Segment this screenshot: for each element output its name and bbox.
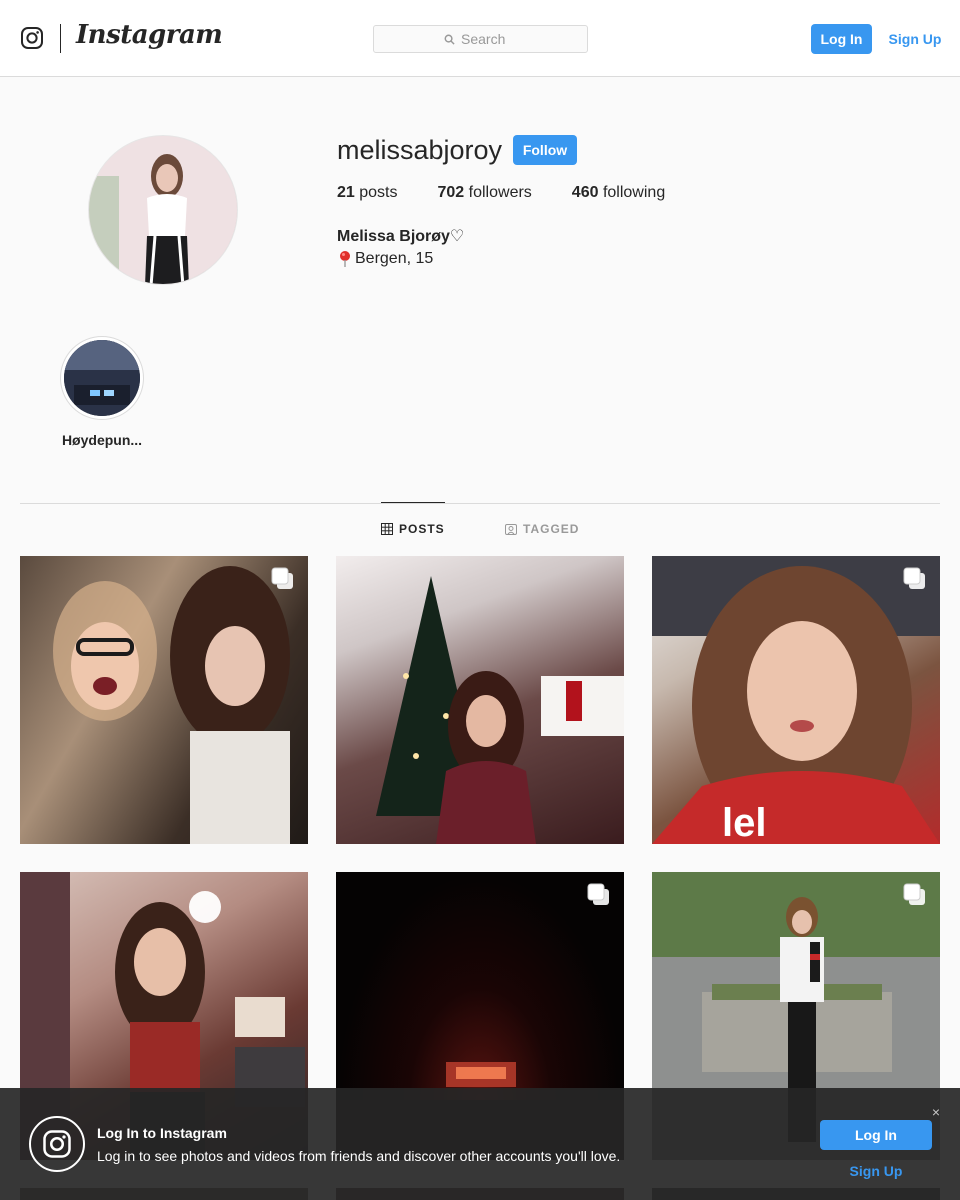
post-photo — [53, 566, 290, 844]
login-banner: Log In to Instagram Log in to see photos… — [0, 1088, 960, 1200]
stat-followers[interactable]: 702 followers — [438, 184, 532, 202]
banner-login-button[interactable]: Log In — [820, 1120, 932, 1150]
banner-title: Log In to Instagram — [97, 1125, 227, 1141]
banner-signup-link[interactable]: Sign Up — [820, 1158, 932, 1184]
top-nav: Instagram Search Log In Sign Up — [0, 0, 960, 77]
tabs-divider — [20, 503, 940, 504]
posts-count: 21 — [337, 184, 355, 201]
following-count: 460 — [571, 184, 599, 201]
profile-username: melissabjoroy — [337, 135, 503, 165]
follow-button[interactable]: Follow — [513, 135, 577, 165]
instagram-glyph-icon — [43, 1130, 71, 1158]
search-icon — [444, 34, 455, 45]
banner-message: Log in to see photos and videos from fri… — [97, 1148, 621, 1164]
nav-divider — [60, 24, 61, 53]
instagram-wordmark[interactable]: Instagram — [76, 20, 223, 56]
close-icon[interactable]: × — [928, 1104, 944, 1120]
following-label: following — [602, 184, 666, 201]
post-thumbnail[interactable] — [20, 556, 308, 844]
search-placeholder: Search — [461, 31, 506, 47]
profile-full-name: Melissa Bjorøy♡ — [337, 228, 465, 245]
multiple-photos-icon — [271, 567, 293, 589]
story-highlight[interactable] — [60, 336, 144, 420]
stat-following[interactable]: 460 following — [572, 184, 665, 202]
active-tab-indicator — [381, 502, 445, 503]
signup-link[interactable]: Sign Up — [885, 24, 945, 54]
round-pushpin-icon — [340, 251, 350, 267]
avatar-photo — [89, 136, 237, 284]
profile-stats: 21 posts 702 followers 460 following — [337, 184, 705, 202]
multiple-photos-icon — [903, 567, 925, 589]
highlight-cover — [64, 340, 140, 416]
profile-avatar[interactable] — [88, 135, 238, 285]
login-button[interactable]: Log In — [811, 24, 872, 54]
profile-bio: Bergen, 15 — [337, 250, 433, 268]
stat-posts: 21 posts — [337, 184, 398, 202]
followers-label: followers — [468, 184, 532, 201]
tab-posts[interactable]: POSTS — [381, 522, 445, 536]
grid-icon — [381, 523, 393, 535]
highlight-label[interactable]: Høydepun... — [58, 432, 146, 448]
tab-posts-label: POSTS — [399, 522, 445, 536]
bio-text: Bergen, 15 — [355, 250, 434, 267]
tab-tagged-label: TAGGED — [523, 522, 580, 536]
multiple-photos-icon — [903, 883, 925, 905]
post-thumbnail[interactable] — [336, 556, 624, 844]
tab-tagged[interactable]: TAGGED — [505, 522, 579, 536]
banner-instagram-icon — [29, 1116, 85, 1172]
followers-count: 702 — [437, 184, 465, 201]
post-photo — [376, 576, 624, 844]
post-thumbnail[interactable]: lel — [652, 556, 940, 844]
search-input[interactable]: Search — [373, 25, 588, 53]
post-photo: lel — [652, 556, 940, 844]
instagram-glyph-icon[interactable] — [20, 26, 44, 50]
svg-text:lel: lel — [722, 801, 766, 844]
tag-portrait-icon — [505, 524, 517, 535]
posts-label: posts — [359, 184, 398, 201]
multiple-photos-icon — [587, 883, 609, 905]
